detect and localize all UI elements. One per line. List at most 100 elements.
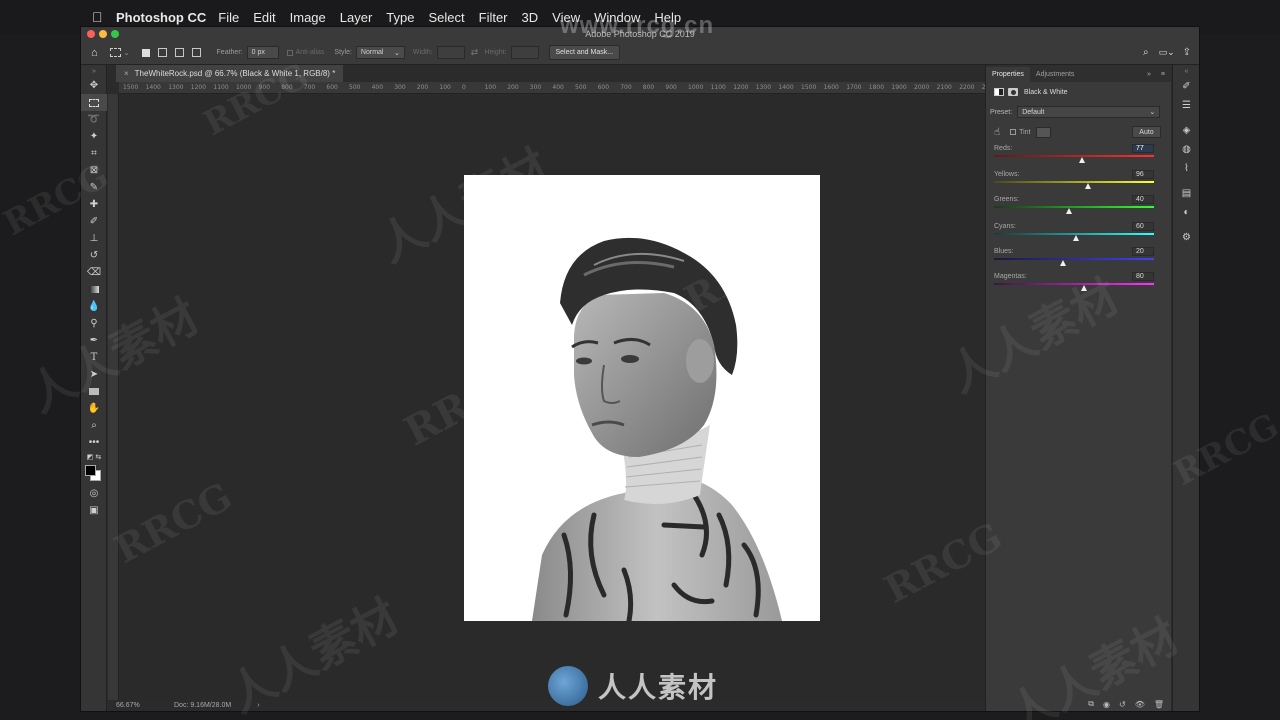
layer-mask-icon[interactable] <box>1008 88 1018 96</box>
status-menu-arrow[interactable]: › <box>257 702 259 709</box>
marquee-preset-icon[interactable]: ⌄ <box>109 48 130 57</box>
menu-type[interactable]: Type <box>386 10 414 25</box>
slider-value-input[interactable]: 60 <box>1132 222 1154 231</box>
collapse-toolbar-icon[interactable]: » <box>81 65 107 77</box>
move-tool-icon[interactable]: ✥ <box>81 77 107 94</box>
marquee-tool-icon[interactable] <box>81 94 107 111</box>
slider-track[interactable] <box>994 155 1154 157</box>
style-select[interactable]: Normal ⌄ <box>355 46 405 59</box>
slider-value-input[interactable]: 96 <box>1132 170 1154 179</box>
frame-tool-icon[interactable]: ⊠ <box>81 162 107 179</box>
brush-tool-icon[interactable]: ✐ <box>81 213 107 230</box>
menu-filter[interactable]: Filter <box>479 10 508 25</box>
menu-edit[interactable]: Edit <box>253 10 275 25</box>
pen-tool-icon[interactable]: ✒ <box>81 332 107 349</box>
intersect-selection-icon[interactable] <box>191 48 201 57</box>
reset-adjustment-icon[interactable]: ↺ <box>1119 700 1126 709</box>
auto-button[interactable]: Auto <box>1132 126 1161 138</box>
slider-value-input[interactable]: 20 <box>1132 247 1154 256</box>
window-close-button[interactable] <box>87 30 95 38</box>
delete-adjustment-icon[interactable]: 🗑 <box>1154 700 1164 709</box>
menu-view[interactable]: View <box>552 10 580 25</box>
tab-close-icon[interactable]: × <box>124 69 129 78</box>
slider-thumb[interactable] <box>1080 285 1087 291</box>
visibility-eye-icon[interactable]: 👁 <box>1135 700 1145 709</box>
workspace-icon[interactable]: ▭⌄ <box>1159 47 1175 58</box>
slider-thumb[interactable] <box>1059 260 1066 266</box>
view-previous-state-icon[interactable]: ◉ <box>1103 700 1110 709</box>
type-tool-icon[interactable]: T <box>81 349 107 366</box>
window-maximize-button[interactable] <box>111 30 119 38</box>
menu-layer[interactable]: Layer <box>340 10 373 25</box>
tab-properties[interactable]: Properties <box>986 67 1030 82</box>
menu-file[interactable]: File <box>218 10 239 25</box>
document-tab[interactable]: × TheWhiteRock.psd @ 66.7% (Black & Whit… <box>116 65 344 82</box>
slider-value-input[interactable]: 80 <box>1132 272 1154 281</box>
tab-adjustments[interactable]: Adjustments <box>1030 67 1081 82</box>
zoom-level[interactable]: 66.67% <box>116 702 174 709</box>
zoom-tool-icon[interactable]: ⌕ <box>81 417 107 434</box>
history-brush-tool-icon[interactable]: ↺ <box>81 247 107 264</box>
new-selection-icon[interactable] <box>141 48 150 57</box>
libraries-icon[interactable]: ⚙ <box>1173 228 1200 247</box>
menu-select[interactable]: Select <box>428 10 464 25</box>
swap-dimensions-icon[interactable]: ⇄ <box>471 47 479 58</box>
rectangle-tool-icon[interactable] <box>81 383 107 400</box>
share-icon[interactable]: ⇪ <box>1183 47 1191 58</box>
gradient-tool-icon[interactable] <box>81 281 107 298</box>
preset-select[interactable]: Default ⌄ <box>1017 106 1161 118</box>
lasso-tool-icon[interactable]: ➰ <box>81 111 107 128</box>
dodge-tool-icon[interactable]: ⚲ <box>81 315 107 332</box>
crop-tool-icon[interactable]: ⌗ <box>81 145 107 162</box>
search-icon[interactable]: ⌕ <box>1143 47 1149 58</box>
clip-to-layer-icon[interactable]: ⧉ <box>1088 699 1094 709</box>
eraser-tool-icon[interactable]: ⌫ <box>81 264 107 281</box>
feather-input[interactable]: 0 px <box>246 46 279 59</box>
collapse-panel-icon[interactable]: » <box>1143 67 1155 82</box>
add-selection-icon[interactable] <box>157 48 167 57</box>
path-selection-tool-icon[interactable]: ➤ <box>81 366 107 383</box>
channels-icon[interactable]: ◍ <box>1173 140 1200 159</box>
slider-value-input[interactable]: 77 <box>1132 144 1154 153</box>
foreground-color-swatch[interactable] <box>85 465 96 476</box>
default-colors-icon[interactable]: ◩ ⇆ <box>81 451 107 463</box>
document-canvas[interactable] <box>464 175 820 621</box>
screen-mode-icon[interactable]: ▣ <box>81 502 107 519</box>
paths-icon[interactable]: ⌇ <box>1173 159 1200 178</box>
height-input[interactable] <box>510 46 539 59</box>
sliders-icon[interactable]: ☰ <box>1173 96 1200 115</box>
menu-3d[interactable]: 3D <box>522 10 539 25</box>
slider-thumb[interactable] <box>1072 235 1079 241</box>
menu-image[interactable]: Image <box>290 10 326 25</box>
edit-toolbar-icon[interactable]: ••• <box>81 434 107 451</box>
app-name-menu[interactable]: Photoshop CC <box>116 10 206 25</box>
brush-settings-icon[interactable]: ✐ <box>1173 77 1200 96</box>
slider-value-input[interactable]: 40 <box>1132 195 1154 204</box>
slider-thumb[interactable] <box>1085 183 1092 189</box>
slider-thumb[interactable] <box>1079 157 1085 163</box>
eyedropper-tool-icon[interactable]: ✎ <box>81 179 107 196</box>
blur-tool-icon[interactable]: 💧 <box>81 298 107 315</box>
properties-icon[interactable]: ▤ <box>1173 184 1200 203</box>
targeted-adjustment-hand-icon[interactable]: ☝ <box>994 127 1000 138</box>
panel-menu-icon[interactable]: ≡ <box>1155 67 1171 82</box>
color-swatches[interactable] <box>81 463 107 485</box>
apple-logo-icon[interactable]:  <box>92 9 108 25</box>
healing-brush-tool-icon[interactable]: ✚ <box>81 196 107 213</box>
window-minimize-button[interactable] <box>99 30 107 38</box>
menu-window[interactable]: Window <box>594 10 640 25</box>
tint-color-swatch[interactable] <box>1035 126 1051 138</box>
menu-help[interactable]: Help <box>654 10 681 25</box>
home-icon[interactable]: ⌂ <box>91 47 98 59</box>
magic-wand-tool-icon[interactable]: ✦ <box>81 128 107 145</box>
antialias-checkbox[interactable]: Anti-alias <box>286 49 324 56</box>
slider-thumb[interactable] <box>1066 208 1073 214</box>
subtract-selection-icon[interactable] <box>174 48 184 57</box>
adjustments-icon[interactable]: ◐ <box>1173 203 1200 222</box>
slider-track[interactable] <box>994 258 1154 260</box>
clone-stamp-tool-icon[interactable]: ⊥ <box>81 230 107 247</box>
slider-track[interactable] <box>994 181 1154 183</box>
hand-tool-icon[interactable]: ✋ <box>81 400 107 417</box>
width-input[interactable] <box>436 46 465 59</box>
slider-track[interactable] <box>994 206 1154 208</box>
